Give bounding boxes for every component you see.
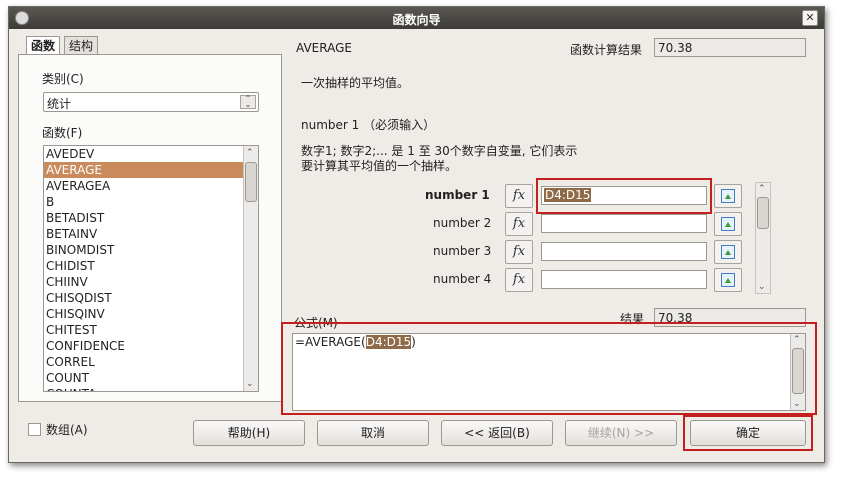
argument-label-2: number 2	[433, 216, 492, 230]
list-item[interactable]: BETAINV	[44, 226, 258, 242]
function-list-label: 函数(F)	[42, 126, 83, 140]
shrink-icon	[721, 273, 735, 287]
function-name: AVERAGE	[296, 41, 352, 55]
list-item[interactable]: B	[44, 194, 258, 210]
tab-structure[interactable]: 结构	[64, 36, 99, 55]
function-result-field: 70.38	[654, 38, 806, 57]
annotation-box-ok	[683, 415, 813, 451]
fx-icon[interactable]: fx	[505, 268, 533, 292]
list-item[interactable]: COUNT	[44, 370, 258, 386]
shrink-button-3[interactable]	[714, 240, 742, 264]
argument-description-line-2: 要计算其平均值的一个抽样。	[301, 159, 458, 173]
argument-heading: number 1 （必须输入）	[301, 118, 436, 132]
shrink-icon	[721, 245, 735, 259]
argument-label-3: number 3	[433, 244, 492, 258]
list-item[interactable]: BETADIST	[44, 210, 258, 226]
annotation-box-formula	[281, 322, 817, 415]
list-item[interactable]: AVERAGEA	[44, 178, 258, 194]
close-icon[interactable]: ✕	[802, 10, 818, 26]
category-value: 统计	[47, 97, 72, 111]
shrink-button-4[interactable]	[714, 268, 742, 292]
list-item[interactable]: CORREL	[44, 354, 258, 370]
arguments-scrollbar[interactable]: ⌃ ⌄	[755, 182, 771, 294]
argument-input-2[interactable]	[541, 214, 707, 233]
argument-input-3[interactable]	[541, 242, 707, 261]
list-item[interactable]: AVEDEV	[44, 146, 258, 162]
title-bar: 函数向导 ✕	[9, 7, 824, 29]
fx-icon[interactable]: fx	[505, 212, 533, 236]
array-checkbox-label: 数组(A)	[46, 423, 88, 437]
argument-label-4: number 4	[433, 272, 492, 286]
shrink-button-2[interactable]	[714, 212, 742, 236]
scroll-thumb[interactable]	[757, 197, 769, 229]
scroll-down-icon[interactable]: ⌄	[246, 379, 254, 389]
scroll-up-icon[interactable]: ⌃	[758, 184, 766, 194]
fx-icon[interactable]: fx	[505, 184, 533, 208]
tab-functions[interactable]: 函数	[26, 36, 61, 56]
fx-icon[interactable]: fx	[505, 240, 533, 264]
scroll-down-icon[interactable]: ⌄	[758, 282, 766, 292]
list-item[interactable]: CHIINV	[44, 274, 258, 290]
scroll-thumb[interactable]	[245, 162, 257, 202]
function-result-label: 函数计算结果	[570, 43, 643, 57]
list-item[interactable]: COUNTA	[44, 386, 258, 391]
list-item[interactable]: CHISQDIST	[44, 290, 258, 306]
cancel-button[interactable]: 取消	[317, 420, 429, 446]
array-checkbox[interactable]	[28, 423, 41, 436]
argument-description-line-1: 数字1; 数字2;... 是 1 至 30个数字自变量, 它们表示	[301, 144, 578, 158]
function-result-value: 70.38	[658, 41, 693, 55]
back-button[interactable]: << 返回(B)	[441, 420, 553, 446]
combo-arrows-icon[interactable]: ⌃ ⌄	[240, 95, 256, 109]
list-item[interactable]: AVERAGE	[44, 162, 258, 178]
category-label: 类别(C)	[42, 72, 84, 86]
shrink-icon	[721, 189, 735, 203]
category-select[interactable]: 统计 ⌃ ⌄	[43, 92, 259, 112]
function-description: 一次抽样的平均值。	[301, 76, 410, 90]
shrink-button-1[interactable]	[714, 184, 742, 208]
argument-input-4[interactable]	[541, 270, 707, 289]
list-item[interactable]: CHISQINV	[44, 306, 258, 322]
window-title: 函数向导	[392, 13, 441, 27]
list-item[interactable]: CHITEST	[44, 322, 258, 338]
argument-label-1: number 1	[425, 188, 490, 202]
list-item[interactable]: BINOMDIST	[44, 242, 258, 258]
shrink-icon	[721, 217, 735, 231]
scroll-up-icon[interactable]: ⌃	[246, 148, 254, 158]
next-button[interactable]: 继续(N) >>	[565, 420, 677, 446]
list-item[interactable]: CHIDIST	[44, 258, 258, 274]
annotation-box-argument	[536, 178, 712, 214]
function-list-scrollbar[interactable]: ⌃ ⌄	[243, 146, 258, 391]
help-button[interactable]: 帮助(H)	[193, 420, 305, 446]
function-list[interactable]: AVEDEV AVERAGE AVERAGEA B BETADIST BETAINV BIN…	[43, 145, 259, 392]
list-item[interactable]: CONFIDENCE	[44, 338, 258, 354]
